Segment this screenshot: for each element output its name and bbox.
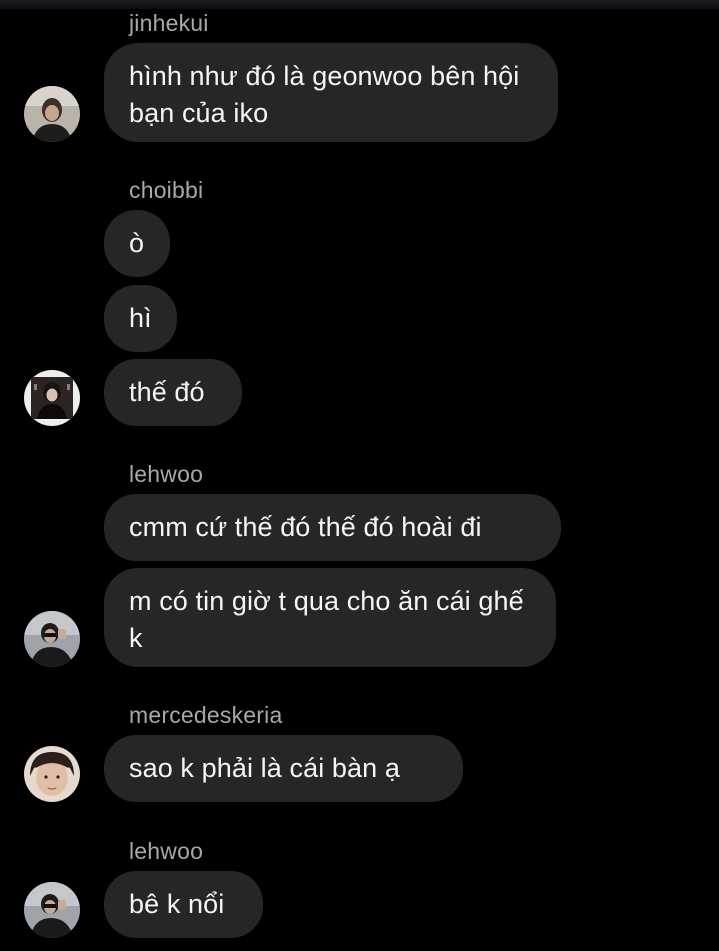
avatar-icon[interactable] [24,370,80,426]
message-bubble[interactable]: m có tin giờ t qua cho ăn cái ghế k [104,568,556,667]
sender-username[interactable]: lehwoo [129,461,203,488]
message-bubble[interactable]: hình như đó là geonwoo bên hội bạn của i… [104,43,558,142]
avatar-icon[interactable] [24,611,80,667]
message-bubble[interactable]: ò [104,210,170,277]
message-bubble[interactable]: hì [104,285,177,352]
sender-username[interactable]: mercedeskeria [129,702,282,729]
avatar-icon[interactable] [24,882,80,938]
avatar-icon[interactable] [24,86,80,142]
message-bubble[interactable]: cmm cứ thế đó thế đó hoài đi [104,494,561,561]
message-bubble[interactable]: sao k phải là cái bàn ạ [104,735,463,802]
sender-username[interactable]: choibbi [129,177,203,204]
top-bar [0,0,719,9]
avatar-icon[interactable] [24,746,80,802]
message-bubble[interactable]: bê k nổi [104,871,263,938]
message-bubble[interactable]: thế đó [104,359,242,426]
sender-username[interactable]: lehwoo [129,838,203,865]
sender-username[interactable]: jinhekui [129,10,209,37]
